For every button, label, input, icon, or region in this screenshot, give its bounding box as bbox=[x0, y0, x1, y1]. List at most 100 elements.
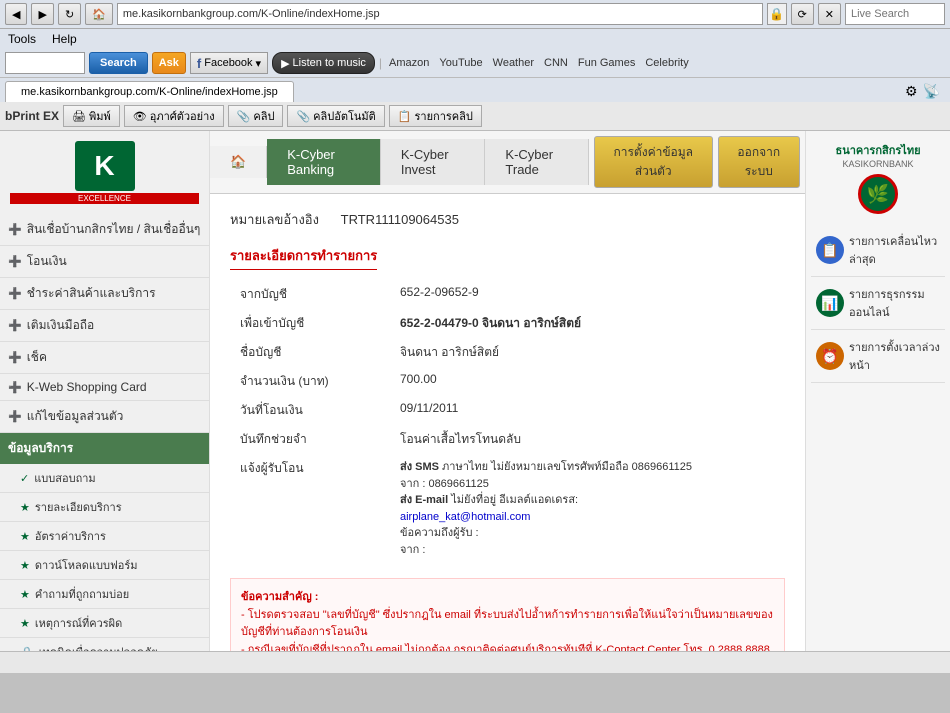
sidebar-item-service-detail[interactable]: ★ รายละเอียดบริการ bbox=[0, 493, 209, 522]
nav-tab-invest[interactable]: K-Cyber Invest bbox=[381, 139, 486, 185]
sidebar-item-loan[interactable]: ➕ สินเชื่อบ้านกสิกรไทย / สินเชื่ออื่นๆ bbox=[0, 214, 209, 246]
fun-games-link[interactable]: Fun Games bbox=[575, 57, 638, 69]
bank-note-label: บันทึกช่วยจำ bbox=[230, 425, 390, 454]
shopping-label: K-Web Shopping Card bbox=[27, 380, 147, 394]
sidebar-item-download[interactable]: ★ ดาวน์โหลดแบบฟอร์ม bbox=[0, 551, 209, 580]
expand-icon-payment: ➕ bbox=[8, 287, 22, 300]
stop-button[interactable]: ✕ bbox=[818, 3, 841, 25]
table-row-note: บันทึกช่วยจำ โอนค่าเสื้อไทรโทนดลับ bbox=[230, 425, 785, 454]
browser-chrome: ◀ ▶ ↻ 🏠 🔒 ⟳ ✕ Tools Help Search Ask f Fa… bbox=[0, 0, 950, 131]
settings-icon[interactable]: ⚙ bbox=[905, 83, 918, 100]
weather-link[interactable]: Weather bbox=[490, 57, 537, 69]
topup-label: เติมเงินมือถือ bbox=[27, 316, 95, 335]
clip-list-button[interactable]: 📋 รายการคลิป bbox=[389, 105, 482, 127]
to-account-label: เพื่อเข้าบัญชี bbox=[230, 309, 390, 338]
detail-table: จากบัญชี 652-2-09652-9 เพื่อเข้าบัญชี 65… bbox=[230, 280, 785, 563]
recent-label: รายการเคลื่อนไหวล่าสุด bbox=[849, 232, 940, 268]
check-label: เช็ค bbox=[27, 348, 47, 367]
right-menu-recent[interactable]: 📋 รายการเคลื่อนไหวล่าสุด bbox=[811, 224, 945, 277]
home-icon: 🏠 bbox=[230, 154, 246, 170]
clip-icon: 📎 bbox=[237, 110, 251, 123]
amount-value: 700.00 bbox=[390, 367, 785, 396]
back-button[interactable]: ◀ bbox=[5, 3, 27, 25]
k-logo: K bbox=[75, 141, 135, 191]
incident-label: เหตุการณ์ที่ควรผิด bbox=[35, 614, 122, 632]
active-tab[interactable]: me.kasikornbankgroup.com/K-Online/indexH… bbox=[5, 81, 294, 102]
live-search-input[interactable] bbox=[845, 3, 945, 25]
right-menu-online[interactable]: 📊 รายการธุรกรรมออนไลน์ bbox=[811, 277, 945, 330]
music-button[interactable]: ▶ Listen to music bbox=[272, 52, 375, 74]
star-bullet-5: ★ bbox=[20, 617, 30, 630]
facebook-icon: f bbox=[197, 56, 201, 71]
tools-menu[interactable]: Tools bbox=[5, 31, 39, 47]
youtube-link[interactable]: YouTube bbox=[436, 57, 485, 69]
right-menu-scheduled[interactable]: ⏰ รายการตั้งเวลาล่วงหน้า bbox=[811, 330, 945, 383]
sidebar-item-check[interactable]: ➕ เช็ค bbox=[0, 342, 209, 374]
address-bar[interactable] bbox=[117, 3, 763, 25]
sidebar-item-survey[interactable]: ✓ แบบสอบถาม bbox=[0, 464, 209, 493]
refresh-button[interactable]: ↻ bbox=[58, 3, 81, 25]
home-nav-button[interactable]: 🏠 bbox=[85, 3, 113, 25]
sidebar-item-incident[interactable]: ★ เหตุการณ์ที่ควรผิด bbox=[0, 609, 209, 638]
preview-button[interactable]: 👁 อุภาศ์ตัวอย่าง bbox=[124, 105, 224, 127]
print-label: พิมพ์ bbox=[89, 107, 111, 125]
sidebar-item-faq[interactable]: ★ คำถามที่ถูกถามบ่อย bbox=[0, 580, 209, 609]
star-bullet-3: ★ bbox=[20, 559, 30, 572]
search-button[interactable]: Search bbox=[89, 52, 148, 74]
auto-clip-button[interactable]: 📎 คลิปอัตโนมัติ bbox=[287, 105, 384, 127]
auto-clip-label: คลิปอัตโนมัติ bbox=[313, 107, 376, 125]
sidebar-sub-menu: ✓ แบบสอบถาม ★ รายละเอียดบริการ ★ อัตราค่… bbox=[0, 464, 209, 651]
content-area: K EXCELLENCE ➕ สินเชื่อบ้านกสิกรไทย / สิ… bbox=[0, 131, 950, 651]
scheduled-icon: ⏰ bbox=[816, 342, 844, 370]
email-desc: ไม่ยังที่อยู่ อีเมลต์แอดเดรส: bbox=[451, 494, 578, 506]
online-label: รายการธุรกรรมออนไลน์ bbox=[849, 285, 940, 321]
account-name-label: ชื่อบัญชี bbox=[230, 338, 390, 367]
reload-button[interactable]: ⟳ bbox=[791, 3, 814, 25]
search-field[interactable] bbox=[5, 52, 85, 74]
sidebar-item-payment[interactable]: ➕ ชำระค่าสินค้าและบริการ bbox=[0, 278, 209, 310]
sidebar-item-shopping[interactable]: ➕ K-Web Shopping Card bbox=[0, 374, 209, 401]
cnn-link[interactable]: CNN bbox=[541, 57, 571, 69]
edit-info-label: แก้ไขข้อมูลส่วนตัว bbox=[27, 407, 124, 426]
lock-bullet: 🔒 bbox=[20, 646, 34, 652]
nav-tabs: 🏠 K-Cyber Banking K-Cyber Invest K-Cyber… bbox=[210, 139, 589, 185]
email-label: ส่ง E-mail bbox=[400, 494, 448, 506]
forward-button[interactable]: ▶ bbox=[31, 3, 53, 25]
transfer-label: โอนเงิน bbox=[27, 252, 67, 271]
settings-button[interactable]: การตั้งค่าข้อมูลส่วนตัว bbox=[594, 136, 713, 188]
sidebar-item-topup[interactable]: ➕ เติมเงินมือถือ bbox=[0, 310, 209, 342]
separator: | bbox=[379, 56, 382, 70]
sidebar-section-header: ข้อมูลบริการ bbox=[0, 433, 209, 464]
print-button[interactable]: 🖨 พิมพ์ bbox=[63, 105, 120, 127]
transfer-date-value: 09/11/2011 bbox=[390, 396, 785, 425]
sidebar-item-rate[interactable]: ★ อัตราค่าบริการ bbox=[0, 522, 209, 551]
sidebar-item-transfer[interactable]: ➕ โอนเงิน bbox=[0, 246, 209, 278]
invest-label: K-Cyber Invest bbox=[401, 147, 465, 177]
star-bullet-1: ★ bbox=[20, 501, 30, 514]
loan-label: สินเชื่อบ้านกสิกรไทย / สินเชื่ออื่นๆ bbox=[27, 220, 201, 239]
sidebar-item-security[interactable]: 🔒 เทคนิคเพื่อความปลอดภัย bbox=[0, 638, 209, 651]
bank-k-icon: 🌿 bbox=[867, 184, 889, 205]
scheduled-label: รายการตั้งเวลาล่วงหน้า bbox=[849, 338, 940, 374]
check-bullet: ✓ bbox=[20, 472, 29, 485]
star-bullet-2: ★ bbox=[20, 530, 30, 543]
logout-button[interactable]: ออกจากระบบ bbox=[718, 136, 800, 188]
sidebar-item-edit-info[interactable]: ➕ แก้ไขข้อมูลส่วนตัว bbox=[0, 401, 209, 433]
amazon-link[interactable]: Amazon bbox=[386, 57, 432, 69]
k-letter: K bbox=[94, 150, 114, 182]
nav-tab-trade[interactable]: K-Cyber Trade bbox=[485, 139, 589, 185]
celebrity-link[interactable]: Celebrity bbox=[642, 57, 691, 69]
ref-value: TRTR111109064535 bbox=[341, 212, 459, 227]
ask-button[interactable]: Ask bbox=[152, 52, 186, 74]
nav-tab-home[interactable]: 🏠 bbox=[210, 146, 267, 178]
transfer-date-label: วันที่โอนเงิน bbox=[230, 396, 390, 425]
help-menu[interactable]: Help bbox=[49, 31, 80, 47]
rss-icon[interactable]: 📡 bbox=[923, 83, 940, 100]
nav-tab-cyber-banking[interactable]: K-Cyber Banking bbox=[267, 139, 381, 185]
security-label: เทคนิคเพื่อความปลอดภัย bbox=[39, 643, 158, 651]
receive-label: ข้อความถึงผู้รับ : bbox=[400, 527, 479, 539]
clip-button[interactable]: 📎 คลิป bbox=[228, 105, 284, 127]
top-navigation: 🏠 K-Cyber Banking K-Cyber Invest K-Cyber… bbox=[210, 131, 805, 194]
sidebar-menu: ➕ สินเชื่อบ้านกสิกรไทย / สินเชื่ออื่นๆ ➕… bbox=[0, 214, 209, 433]
facebook-button[interactable]: f Facebook ▾ bbox=[190, 52, 268, 74]
